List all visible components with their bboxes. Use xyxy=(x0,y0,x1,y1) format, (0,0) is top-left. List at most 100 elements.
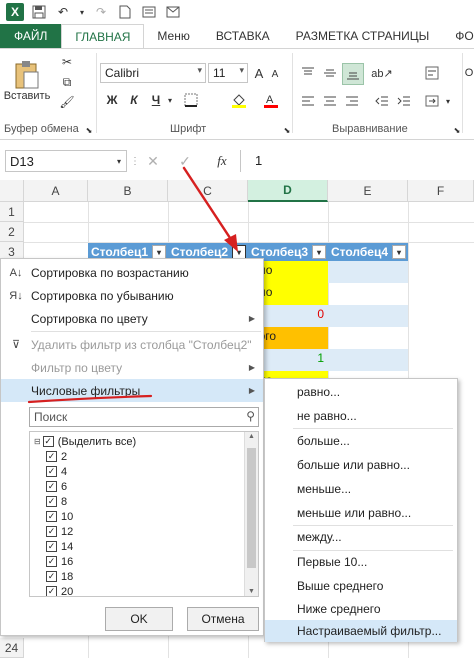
scroll-up-icon[interactable]: ▲ xyxy=(248,433,255,440)
shrink-font-button[interactable]: A xyxy=(268,65,282,83)
alignment-launcher-icon[interactable]: ⬊ xyxy=(452,125,462,135)
list-item[interactable]: ✓ 12 xyxy=(46,524,73,539)
bold-button[interactable]: Ж xyxy=(104,91,120,109)
column-header-e[interactable]: E xyxy=(328,180,408,202)
filter-search-input[interactable]: Поиск ⚲ xyxy=(29,407,259,427)
format-painter-icon[interactable]: 🖌 xyxy=(58,93,76,111)
italic-button[interactable]: К xyxy=(126,91,142,109)
grow-font-button[interactable]: A xyxy=(252,63,266,83)
checkbox[interactable]: ✓ xyxy=(46,571,57,582)
orientation-icon[interactable]: ab↗ xyxy=(371,63,392,83)
copy-icon[interactable]: ⧉ xyxy=(58,73,76,91)
cut-icon[interactable]: ✂ xyxy=(58,53,76,71)
decrease-indent-icon[interactable] xyxy=(372,91,392,111)
formula-input[interactable]: 1 xyxy=(240,150,474,172)
tab-home[interactable]: ГЛАВНАЯ xyxy=(61,24,145,48)
row-header-2[interactable]: 2 xyxy=(0,222,24,242)
menu-item-sort-color[interactable]: Сортировка по цвету ▶ xyxy=(1,307,263,330)
ok-button[interactable]: OK xyxy=(105,607,173,631)
wrap-text-icon[interactable] xyxy=(422,63,442,83)
scroll-thumb[interactable] xyxy=(247,448,256,568)
submenu-item-greater[interactable]: больше... xyxy=(265,430,457,452)
borders-icon[interactable] xyxy=(182,91,200,109)
align-middle-icon[interactable] xyxy=(320,63,340,83)
align-bottom-icon[interactable] xyxy=(342,63,364,85)
tab-menu[interactable]: Меню xyxy=(144,24,202,48)
row-header-24[interactable]: 24 xyxy=(0,638,24,658)
tab-formulas[interactable]: ФОР xyxy=(442,24,474,48)
font-name-combo[interactable]: Calibri ▾ xyxy=(100,63,206,83)
font-color-icon[interactable]: A xyxy=(262,91,280,109)
checkbox[interactable]: ✓ xyxy=(46,466,57,477)
merge-center-icon[interactable] xyxy=(422,91,442,111)
list-item[interactable]: ✓ 4 xyxy=(46,464,67,479)
checkbox[interactable]: ✓ xyxy=(46,511,57,522)
email-icon[interactable] xyxy=(164,3,182,21)
submenu-item-between[interactable]: между... xyxy=(265,526,457,548)
checkbox[interactable]: ✓ xyxy=(46,451,57,462)
name-box[interactable]: D13 xyxy=(5,150,127,172)
checkbox[interactable]: ✓ xyxy=(46,481,57,492)
list-item[interactable]: ✓ 18 xyxy=(46,569,73,584)
filter-dropdown-icon[interactable]: ▾ xyxy=(152,245,166,259)
submenu-item-above-average[interactable]: Выше среднего xyxy=(265,575,457,597)
row-header-1[interactable]: 1 xyxy=(0,202,24,222)
list-item[interactable]: ✓ 10 xyxy=(46,509,73,524)
checkbox[interactable]: ✓ xyxy=(46,496,57,507)
paste-button[interactable]: Вставить xyxy=(4,53,50,109)
checkbox[interactable]: ✓ xyxy=(42,436,54,447)
undo-dropdown-icon[interactable]: ▾ xyxy=(78,3,86,21)
list-scrollbar[interactable]: ▲ ▼ xyxy=(244,432,258,596)
list-item[interactable]: ⊟ ✓ (Выделить все) xyxy=(34,434,136,449)
submenu-item-top-10[interactable]: Первые 10... xyxy=(265,551,457,573)
filter-dropdown-icon[interactable]: ▾ xyxy=(392,245,406,259)
increase-indent-icon[interactable] xyxy=(394,91,414,111)
table-cell[interactable] xyxy=(328,261,408,283)
underline-button[interactable]: Ч xyxy=(148,91,164,109)
submenu-item-not-equals[interactable]: не равно... xyxy=(265,405,457,427)
column-header-d[interactable]: D xyxy=(248,180,328,202)
align-left-icon[interactable] xyxy=(298,91,318,111)
tab-insert[interactable]: ВСТАВКА xyxy=(203,24,283,48)
undo-icon[interactable]: ↶ xyxy=(54,3,72,21)
checkbox[interactable]: ✓ xyxy=(46,586,57,596)
print-preview-icon[interactable] xyxy=(140,3,158,21)
submenu-item-less-equal[interactable]: меньше или равно... xyxy=(265,502,457,524)
checkbox[interactable]: ✓ xyxy=(46,556,57,567)
list-item[interactable]: ✓ 6 xyxy=(46,479,67,494)
select-all-corner[interactable] xyxy=(0,180,24,202)
menu-item-sort-desc[interactable]: Я↓ Сортировка по убыванию xyxy=(1,284,263,307)
menu-item-sort-asc[interactable]: A↓ Сортировка по возрастанию xyxy=(1,261,263,284)
number-format-icon[interactable]: О xyxy=(464,63,474,83)
underline-dropdown-icon[interactable]: ▾ xyxy=(166,91,174,109)
table-cell[interactable] xyxy=(328,349,408,371)
checkbox[interactable]: ✓ xyxy=(46,541,57,552)
column-header-f[interactable]: F xyxy=(408,180,474,202)
new-file-icon[interactable] xyxy=(116,3,134,21)
cancel-entry-icon[interactable]: ✕ xyxy=(144,151,162,171)
align-center-icon[interactable] xyxy=(320,91,340,111)
scroll-down-icon[interactable]: ▼ xyxy=(248,588,255,595)
submenu-item-less[interactable]: меньше... xyxy=(265,478,457,500)
merge-dropdown-icon[interactable]: ▾ xyxy=(444,91,452,111)
list-item[interactable]: ✓ 8 xyxy=(46,494,67,509)
submenu-item-below-average[interactable]: Ниже среднего xyxy=(265,598,457,620)
list-item[interactable]: ✓ 16 xyxy=(46,554,73,569)
align-top-icon[interactable] xyxy=(298,63,318,83)
table-cell[interactable] xyxy=(328,305,408,327)
clipboard-launcher-icon[interactable]: ⬊ xyxy=(84,125,94,135)
submenu-item-custom-filter[interactable]: Настраиваемый фильтр... xyxy=(265,620,457,642)
submenu-item-equals[interactable]: равно... xyxy=(265,381,457,403)
save-icon[interactable] xyxy=(30,3,48,21)
name-box-dropdown-icon[interactable]: ▾ xyxy=(114,154,124,168)
menu-item-filter-color[interactable]: Фильтр по цвету ▶ xyxy=(1,356,263,379)
list-item[interactable]: ✓ 14 xyxy=(46,539,73,554)
tab-file[interactable]: ФАЙЛ xyxy=(0,24,62,48)
tab-page-layout[interactable]: РАЗМЕТКА СТРАНИЦЫ xyxy=(283,24,443,48)
redo-icon[interactable]: ↷ xyxy=(92,3,110,21)
column-header-b[interactable]: B xyxy=(88,180,168,202)
menu-item-clear-filter[interactable]: ⊽ Удалить фильтр из столбца "Столбец2" xyxy=(1,333,263,356)
font-launcher-icon[interactable]: ⬊ xyxy=(282,125,292,135)
cancel-button[interactable]: Отмена xyxy=(187,607,259,631)
list-item[interactable]: ✓ 2 xyxy=(46,449,67,464)
